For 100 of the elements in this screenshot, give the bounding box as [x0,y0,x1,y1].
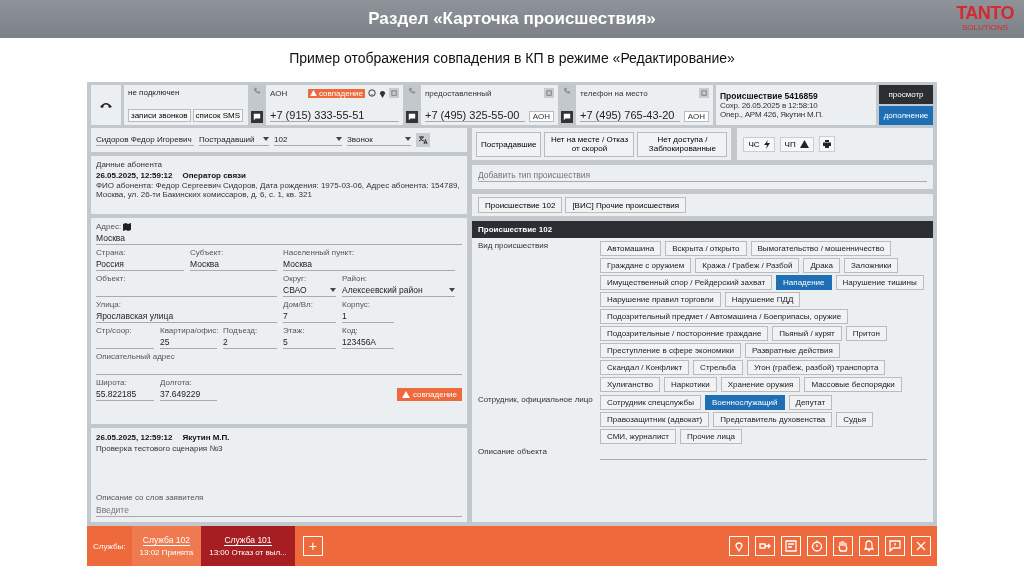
input-field[interactable]: 5 [283,336,336,349]
flag-button[interactable]: Пострадавшие [476,131,542,157]
option-chip[interactable]: Автомашина [600,241,662,256]
option-chip[interactable]: Нападение [776,275,832,290]
marker-button[interactable]: ЧП [779,136,814,152]
chat-icon[interactable] [885,536,905,556]
note-text: Проверка тестового сценария №3 [96,444,224,454]
operator-info: Опер., АРМ 426, Якутин М.П. [720,110,824,119]
hang-up-icon[interactable] [99,101,113,109]
message-button[interactable] [251,111,263,123]
print-button[interactable] [818,136,835,152]
option-chip[interactable]: Заложники [843,258,899,273]
option-chip[interactable]: Нарушение тишины [835,275,924,290]
incident-tab[interactable]: [ВИС] Прочие происшествия [565,197,686,213]
input-field[interactable]: 1 [342,310,394,323]
input-field[interactable]: Россия [96,258,184,271]
dropdown-field[interactable]: СВАО [283,284,336,297]
option-chip[interactable]: Прочие лица [680,429,742,444]
option-chip[interactable]: Граждане с оружием [600,258,692,273]
input-field[interactable]: 2 [223,336,277,349]
incident-type-input[interactable]: Добавить тип происшествия [478,169,927,182]
field-label: Стр/соор: [96,326,133,335]
option-chip[interactable]: Развратные действия [744,343,840,358]
map-icon[interactable] [123,222,132,231]
field-label: Район: [342,274,369,283]
option-chip[interactable]: Стрельба [693,360,743,375]
input-field[interactable]: Москва [190,258,277,271]
option-chip[interactable]: Вымогательство / мошенничество [750,241,892,256]
option-chip[interactable]: Правозащитник (адвокат) [600,412,710,427]
option-chip[interactable]: Имущественный спор / Рейдерский захват [600,275,773,290]
input-field[interactable]: Ярославская улица [96,310,277,323]
flag-button[interactable]: Нет на месте / Отказ от скорой [544,131,635,157]
translate-button[interactable] [416,133,430,147]
option-chip[interactable]: Скандал / Конфликт [600,360,690,375]
option-chip[interactable]: Подозрительный предмет / Автомашина / Боеприпасы, оружие [600,309,849,324]
input-field[interactable]: 7 [283,310,336,323]
option-chip[interactable]: Подозрительные / посторонние граждане [600,326,769,341]
input-field[interactable]: 123456A [342,336,394,349]
option-chip[interactable]: Депутат [788,395,833,410]
option-chip[interactable]: Хранение оружия [720,377,801,392]
option-chip[interactable]: Судья [836,412,873,427]
copy-button[interactable] [544,88,554,98]
saved-time: Сохр. 26.05.2025 в 12:58:10 [720,101,819,110]
option-chip[interactable]: Нарушение ПДД [724,292,801,307]
incident-type-field[interactable]: Добавить тип происшествия [472,165,933,189]
copy-button[interactable] [699,88,709,98]
phone-number: +7 (495) 765-43-20 [580,109,680,122]
link-icon[interactable] [755,536,775,556]
option-chip[interactable]: Драка [803,258,840,273]
caret-icon [330,288,336,292]
message-button[interactable] [561,111,573,123]
option-chip[interactable]: Нарушение правил торговли [600,292,721,307]
option-chip[interactable]: Наркотики [664,377,717,392]
option-chip[interactable]: Притон [845,326,887,341]
mode-button[interactable]: просмотр [879,85,933,104]
mode-button[interactable]: дополнение [879,106,933,125]
option-chip[interactable]: Кража / Грабеж / Разбой [695,258,800,273]
option-chip[interactable]: Преступление в сфере экономики [600,343,741,358]
source-dropdown[interactable]: Звонок [347,134,411,146]
message-button[interactable] [406,111,418,123]
field-label: Широта: [96,378,128,387]
close-icon[interactable] [911,536,931,556]
source-tag: АОН [528,111,554,122]
address-field[interactable]: Москва [96,232,462,245]
option-chip[interactable]: Сотрудник спецслужбы [600,395,701,410]
option-chip[interactable]: Пьяный / курят [772,326,842,341]
marker-button[interactable]: ЧС [743,136,775,152]
field-label: Субъект: [190,248,225,257]
option-chip[interactable]: Массовые беспорядки [804,377,902,392]
bell-icon[interactable] [859,536,879,556]
input-field[interactable]: 37.649229 [160,388,217,401]
subscriber-details: ФИО абонента: Федор Сергеевич Сидоров, Дата рождения: 1975-03-06, Адрес абонента: 154789, Москва, ул. 26-ти Бакинских комиссаров, д. 6, с. 1, кв. 321 [96,180,461,200]
caller-name-field[interactable]: Сидоров Федор Игоревич [96,134,194,146]
input-field[interactable]: 55.822185 [96,388,154,401]
option-chip[interactable]: СМИ, журналист [600,429,676,444]
option-chip[interactable]: Угон (грабеж, разбой) транспорта [746,360,886,375]
flag-button[interactable]: Нет доступа / Заблокированные [637,131,728,157]
description-input[interactable]: Введите [96,504,462,517]
input-field[interactable]: Москва [283,258,455,271]
option-chip[interactable]: Военнослужащий [704,395,785,410]
incident-tab[interactable]: Происшествие 102 [478,197,563,213]
call-log-button[interactable]: записи звонков [128,109,191,122]
lightning-icon [763,139,770,149]
option-chip[interactable]: Хулиганство [600,377,660,392]
call-log-button[interactable]: список SMS [192,109,243,122]
field-label: Код: [342,326,359,335]
service-dropdown[interactable]: 102 [274,134,342,146]
input-field[interactable]: 25 [160,336,217,349]
pin-icon[interactable] [379,88,386,98]
form-icon[interactable] [781,536,801,556]
service-tab[interactable]: Служба 101 13:00 Отказ от выл... [201,526,295,566]
role-dropdown[interactable]: Пострадавший [199,134,269,146]
field-label: Адрес: [96,222,122,231]
help-icon[interactable] [368,89,376,97]
dropdown-field[interactable]: Алексеевский район [342,284,455,297]
hand-icon[interactable] [833,536,853,556]
stopwatch-icon[interactable] [807,536,827,556]
option-chip[interactable]: Представитель духовенства [713,412,833,427]
option-chip[interactable]: Вскрыта / открыто [665,241,747,256]
field-label: Округ: [283,274,308,283]
